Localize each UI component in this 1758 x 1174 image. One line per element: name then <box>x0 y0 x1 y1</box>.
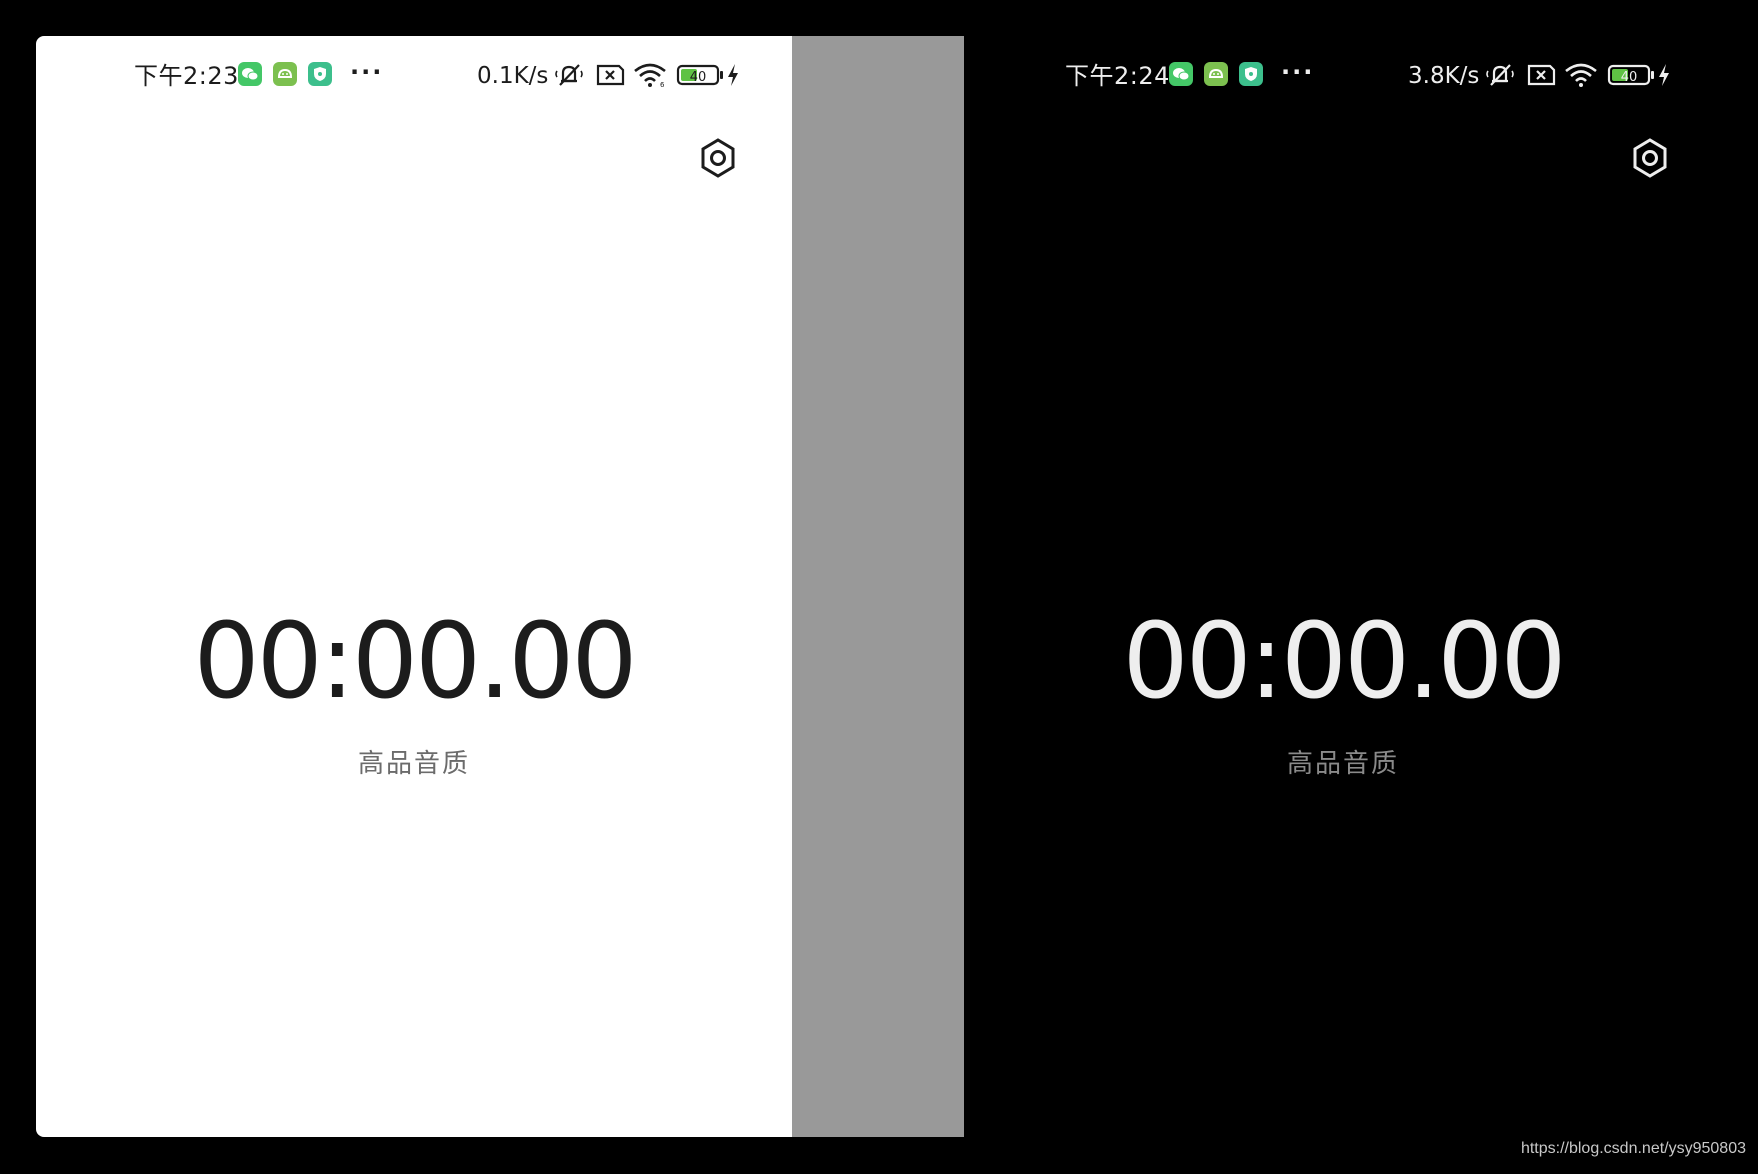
svg-text:40: 40 <box>1621 70 1638 85</box>
android-robot-icon <box>273 62 297 86</box>
shield-icon <box>308 62 332 86</box>
source-watermark: https://blog.csdn.net/ysy950803 <box>1520 1140 1746 1157</box>
wifi-icon <box>1564 62 1600 88</box>
charging-bolt-icon <box>1657 62 1671 88</box>
audio-quality-label: 高品音质 <box>1286 749 1399 779</box>
timer-display: 00:00.00 <box>193 600 637 722</box>
wifi-icon: 6 <box>633 62 669 88</box>
timer-display: 00:00.00 <box>1122 600 1566 722</box>
network-speed: 0.1K/s <box>477 63 549 89</box>
audio-quality-label: 高品音质 <box>357 749 470 779</box>
sim-error-icon <box>1526 62 1556 88</box>
muted-bell-icon <box>1484 62 1518 88</box>
wechat-icon <box>1169 62 1193 86</box>
svg-text:6: 6 <box>660 81 665 88</box>
battery-icon: 40 <box>676 62 726 88</box>
network-speed: 3.8K/s <box>1408 63 1480 89</box>
muted-bell-icon <box>553 62 587 88</box>
status-time: 下午2:23 <box>134 62 239 90</box>
sim-error-icon <box>595 62 625 88</box>
android-robot-icon <box>1204 62 1228 86</box>
battery-icon: 40 <box>1607 62 1657 88</box>
more-notifications-indicator: ··· <box>1281 58 1315 86</box>
gear-icon <box>1633 138 1667 178</box>
more-notifications-indicator: ··· <box>350 58 384 86</box>
status-time: 下午2:24 <box>1065 62 1170 90</box>
gear-icon <box>701 138 735 178</box>
shield-icon <box>1239 62 1263 86</box>
light-mode-screen: 下午2:23 ··· 0.1K/s 6 40 00:00.00 高品音质 <box>36 36 792 1137</box>
settings-button[interactable] <box>696 136 740 180</box>
wechat-icon <box>238 62 262 86</box>
transition-panel <box>792 36 964 1137</box>
status-bar: 下午2:24 ··· 3.8K/s 40 <box>964 56 1722 96</box>
charging-bolt-icon <box>726 62 740 88</box>
settings-button[interactable] <box>1628 136 1672 180</box>
dark-mode-screen: 下午2:24 ··· 3.8K/s 40 00:00.00 高品音质 <box>964 36 1722 1137</box>
comparison-canvas: 下午2:23 ··· 0.1K/s 6 40 00:00.00 高品音质 下午2… <box>0 0 1758 1174</box>
svg-text:40: 40 <box>690 70 707 85</box>
status-bar: 下午2:23 ··· 0.1K/s 6 40 <box>36 56 792 96</box>
